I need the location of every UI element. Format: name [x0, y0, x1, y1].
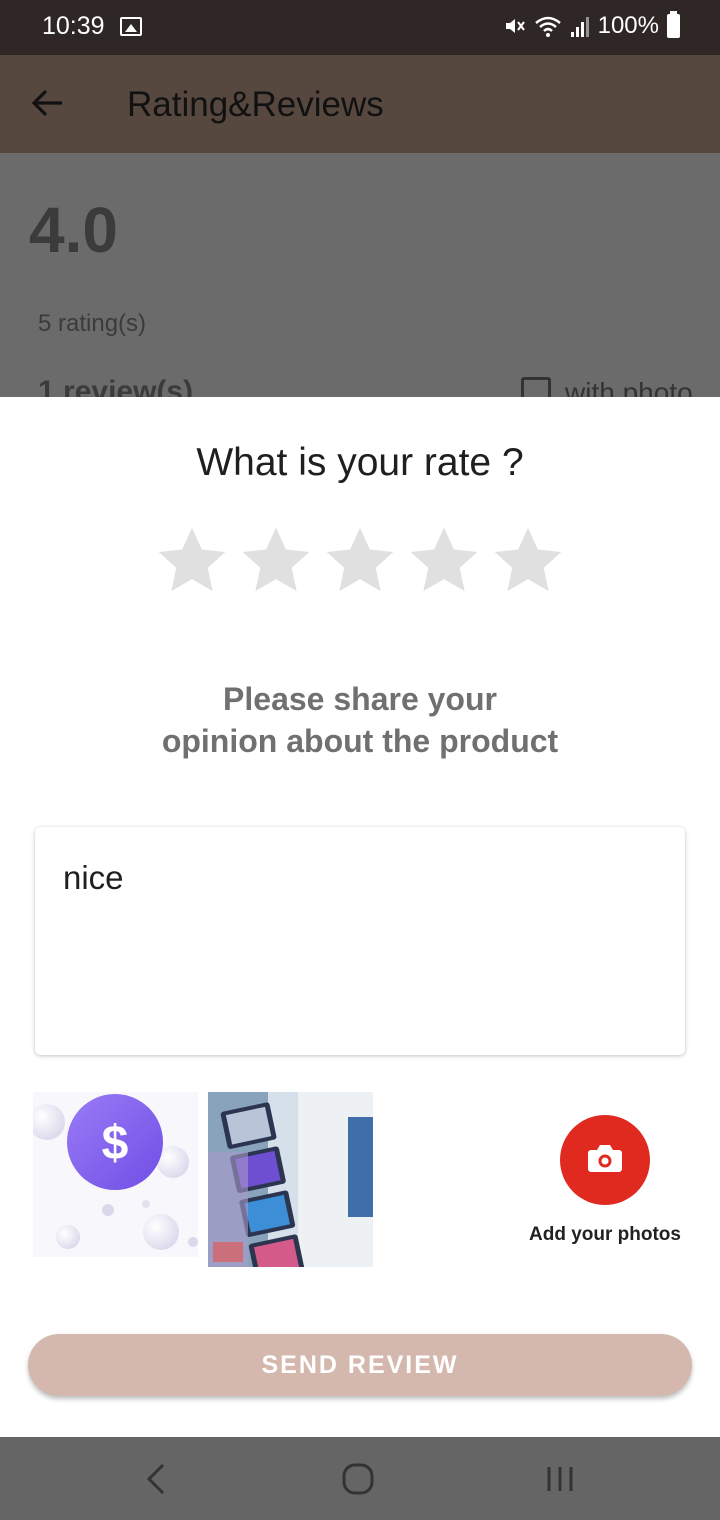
send-review-button[interactable]: SEND REVIEW — [28, 1334, 692, 1396]
rating-count: 5 rating(s) — [38, 310, 147, 337]
back-arrow-icon[interactable] — [30, 85, 66, 121]
status-icons: 100% — [502, 11, 680, 40]
add-photos-label: Add your photos — [529, 1224, 681, 1245]
svg-text:$: $ — [102, 1117, 129, 1170]
back-nav-icon[interactable] — [137, 1459, 177, 1499]
status-bar: 10:39 100% — [0, 0, 720, 55]
signal-icon — [570, 17, 589, 37]
attached-photo-1[interactable]: $ — [33, 1092, 198, 1257]
phones-display-image — [208, 1092, 373, 1267]
mute-icon — [505, 19, 525, 33]
prompt-line-2: opinion about the product — [161, 723, 559, 759]
review-textarea[interactable]: nice — [35, 827, 685, 1055]
prompt-line-1: Please share your — [223, 681, 497, 717]
with-photo-label: with photo — [565, 377, 693, 397]
page-title: Rating&Reviews — [127, 85, 384, 124]
average-rating: 4.0 — [29, 194, 118, 266]
system-nav-bar — [0, 1437, 720, 1520]
opinion-prompt: Please share your opinion about the prod… — [0, 678, 720, 762]
app-bar: Rating&Reviews — [0, 55, 720, 153]
rate-title: What is your rate ? — [196, 441, 524, 484]
add-photos-button[interactable]: Add your photos — [520, 1115, 690, 1265]
camera-button[interactable] — [560, 1115, 650, 1205]
star-2-icon[interactable] — [239, 523, 313, 597]
home-nav-icon[interactable] — [338, 1459, 378, 1499]
star-5-icon[interactable] — [491, 523, 565, 597]
star-rating — [155, 523, 565, 597]
wifi-icon — [534, 16, 561, 37]
with-photo-checkbox[interactable] — [521, 377, 551, 397]
camera-icon — [588, 1145, 622, 1172]
attached-photo-2[interactable] — [208, 1092, 373, 1267]
star-3-icon[interactable] — [323, 523, 397, 597]
star-4-icon[interactable] — [407, 523, 481, 597]
battery-icon — [667, 11, 680, 38]
recents-nav-icon[interactable] — [540, 1459, 580, 1499]
image-icon — [120, 17, 142, 36]
rating-summary: 4.0 5 rating(s) 1 review(s) with photo — [0, 153, 720, 397]
review-sheet: What is your rate ? Please share your op… — [0, 397, 720, 1437]
review-count: 1 review(s) — [38, 375, 194, 397]
star-1-icon[interactable] — [155, 523, 229, 597]
status-time: 10:39 — [42, 12, 105, 40]
dollar-coin-image: $ — [33, 1092, 198, 1257]
battery-percent: 100% — [597, 12, 659, 39]
review-text: nice — [63, 859, 124, 896]
